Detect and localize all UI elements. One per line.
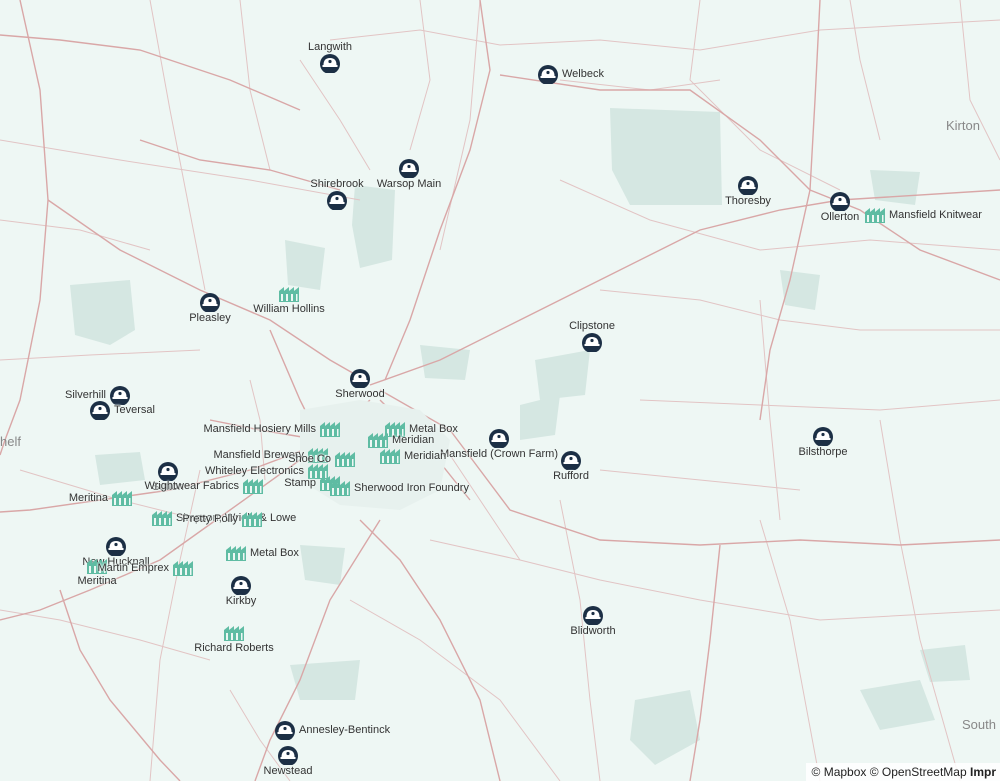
factory-marker[interactable]: Richard Roberts [194, 624, 274, 654]
colliery-marker[interactable]: Teversal [89, 400, 155, 420]
mining-helmet-icon [200, 293, 220, 312]
factory-marker[interactable]: Meridian [379, 447, 446, 465]
mining-helmet-icon [830, 192, 850, 211]
factory-icon [243, 479, 263, 494]
colliery-marker[interactable]: Thoresby [725, 175, 771, 207]
map-canvas[interactable]: Kirton helf South Langwith Welbeck Warsop Ma… [0, 0, 1000, 781]
mining-helmet-icon [813, 427, 833, 446]
factory-icon [279, 287, 299, 302]
mining-helmet-icon [327, 191, 347, 210]
colliery-marker[interactable]: Ollerton [820, 191, 860, 223]
factory-label: Metal Box [250, 547, 299, 559]
mining-helmet-icon [320, 54, 340, 73]
factory-label: Mansfield Hosiery Mills [203, 423, 316, 435]
colliery-label: Sherwood [335, 388, 385, 400]
place-label-kirton: Kirton [946, 118, 980, 133]
mining-helmet-icon [538, 65, 558, 84]
mining-helmet-icon [583, 606, 603, 625]
colliery-label: Bilsthorpe [798, 446, 848, 458]
mining-helmet-icon [399, 159, 419, 178]
factory-icon [224, 626, 244, 641]
factory-marker[interactable]: Meritina [69, 489, 133, 507]
mining-helmet-icon [582, 333, 602, 352]
factory-label: Sherwood Iron Foundry [354, 482, 469, 494]
colliery-marker[interactable]: Rufford [553, 450, 589, 482]
colliery-label: Blidworth [570, 625, 616, 637]
colliery-marker[interactable]: Warsop Main [377, 158, 441, 190]
mining-helmet-icon [275, 721, 295, 740]
factory-marker[interactable]: Mansfield Knitwear [864, 206, 982, 224]
colliery-label: Ollerton [820, 211, 860, 223]
colliery-marker[interactable]: Clipstone [569, 320, 615, 352]
factory-icon [865, 208, 885, 223]
factory-icon [226, 546, 246, 561]
factory-label: William Hollins [253, 303, 325, 315]
factory-icon [242, 512, 262, 527]
factory-marker[interactable]: Martin Emprex [97, 559, 194, 577]
mining-helmet-icon [489, 429, 509, 448]
mining-helmet-icon [90, 401, 110, 420]
factory-label: Wrightwear Fabrics [144, 480, 239, 492]
colliery-label: Newstead [263, 765, 313, 777]
factory-icon [335, 452, 355, 467]
colliery-marker[interactable]: Annesley-Bentinck [274, 720, 390, 740]
factory-label: Stamp [284, 477, 316, 489]
colliery-label: Welbeck [562, 68, 604, 80]
mining-helmet-icon [738, 176, 758, 195]
factory-label: Mansfield Knitwear [889, 209, 982, 221]
colliery-label: Mansfield (Crown Farm) [440, 448, 558, 460]
factory-marker[interactable]: Mansfield Hosiery Mills [204, 420, 341, 438]
colliery-label: Thoresby [725, 195, 771, 207]
colliery-marker[interactable]: Kirkby [225, 575, 257, 607]
factory-label: Richard Roberts [194, 642, 274, 654]
colliery-marker[interactable]: Sherwood [335, 368, 385, 400]
mining-helmet-icon [106, 537, 126, 556]
factory-label: Meridian [392, 434, 435, 446]
map-attribution: © Mapbox © OpenStreetMap Impr [805, 763, 1000, 781]
factory-icon [152, 511, 172, 526]
mining-helmet-icon [350, 369, 370, 388]
mapbox-attribution-link[interactable]: © Mapbox [812, 765, 867, 779]
colliery-label: Annesley-Bentinck [299, 724, 391, 736]
colliery-label: Rufford [553, 470, 589, 482]
colliery-label: Langwith [307, 41, 353, 53]
colliery-marker[interactable]: Newstead [263, 745, 313, 777]
factory-icon [112, 491, 132, 506]
factory-label: Meritina [68, 492, 108, 504]
mining-helmet-icon [278, 746, 298, 765]
factory-marker[interactable]: Pretty Polly [182, 510, 263, 528]
colliery-label: Kirkby [225, 595, 257, 607]
factory-icon [173, 561, 193, 576]
colliery-marker[interactable]: Langwith [308, 41, 352, 73]
factory-marker[interactable]: William Hollins [253, 285, 325, 315]
factory-marker[interactable]: Wrightwear Fabrics [144, 477, 264, 495]
colliery-label: Teversal [114, 404, 155, 416]
colliery-label: Shirebrook [310, 178, 364, 190]
colliery-label: Pleasley [189, 312, 231, 324]
factory-marker[interactable]: Sherwood Iron Foundry [329, 479, 469, 497]
place-label-shelf: helf [0, 434, 21, 449]
mining-helmet-icon [231, 576, 251, 595]
factory-marker[interactable]: Metal Box [225, 544, 299, 562]
colliery-marker[interactable]: Shirebrook [310, 178, 364, 210]
colliery-label: Warsop Main [376, 178, 442, 190]
place-label-south: South [962, 717, 996, 732]
basemap [0, 0, 1000, 781]
colliery-label: Clipstone [569, 320, 615, 332]
mining-helmet-icon [561, 451, 581, 470]
improve-map-link[interactable]: Impr [970, 765, 996, 779]
colliery-marker[interactable]: Bilsthorpe [798, 426, 848, 458]
colliery-marker[interactable]: Blidworth [570, 605, 616, 637]
colliery-marker[interactable]: Welbeck [537, 64, 604, 84]
osm-attribution-link[interactable]: © OpenStreetMap [870, 765, 967, 779]
colliery-marker[interactable]: Pleasley [189, 292, 231, 324]
factory-icon [380, 449, 400, 464]
factory-icon [330, 481, 350, 496]
factory-icon [320, 422, 340, 437]
factory-label: Meridian [404, 450, 447, 462]
factory-label: Martin Emprex [97, 562, 169, 574]
factory-label: Pretty Polly [182, 513, 238, 525]
